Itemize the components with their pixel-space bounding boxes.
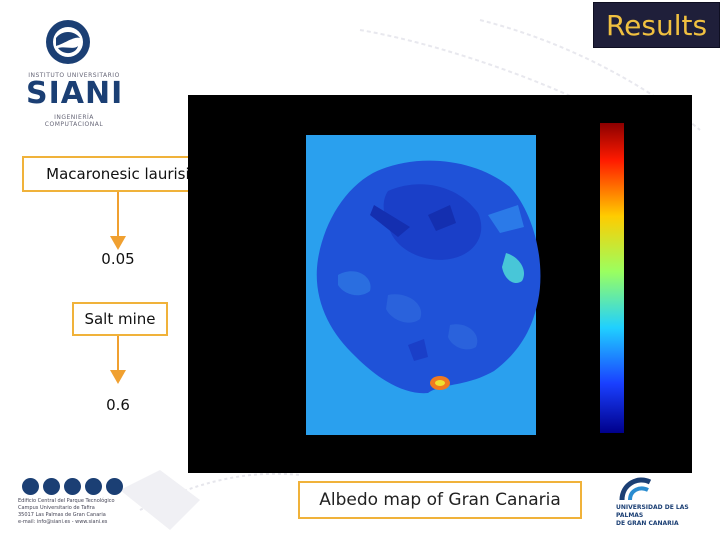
footer-address-line: Campus Universitario de Tafira <box>18 505 95 511</box>
arrow-down-icon <box>110 192 126 250</box>
label-laurisil: Macaronesic laurisil <box>46 165 194 183</box>
map-caption: Albedo map of Gran Canaria <box>298 481 582 519</box>
value-salt-mine: 0.6 <box>106 396 130 414</box>
footer-address: Edificio Central del Parque Tecnológico … <box>18 498 136 526</box>
footer-address-line: e-mail: info@siani.es - www.siani.es <box>18 519 108 525</box>
label-salt-mine: Salt mine <box>84 310 156 328</box>
ulpgc-name-line: UNIVERSIDAD DE LAS PALMAS <box>616 504 689 519</box>
value-laurisil: 0.05 <box>101 250 135 268</box>
map-caption-text: Albedo map of Gran Canaria <box>319 490 561 510</box>
footer-address-line: 35017 Las Palmas de Gran Canaria <box>18 512 106 518</box>
siani-globe-icon <box>46 20 90 64</box>
label-box-salt-mine: Salt mine <box>72 302 168 336</box>
footer-right-logo: UNIVERSIDAD DE LAS PALMAS DE GRAN CANARI… <box>612 474 720 527</box>
siani-logo: INSTITUTO UNIVERSITARIO SIANI INGENIERÍA… <box>24 16 124 128</box>
ulpgc-logo-icon <box>619 477 652 501</box>
siani-subline: INGENIERÍA COMPUTACIONAL <box>44 114 104 128</box>
ulpgc-name: UNIVERSIDAD DE LAS PALMAS DE GRAN CANARI… <box>616 504 716 528</box>
albedo-map-figure <box>306 123 624 435</box>
siani-name: SIANI <box>26 76 124 111</box>
ulpgc-name-line: DE GRAN CANARIA <box>616 520 679 527</box>
footer-left-logo: Edificio Central del Parque Tecnológico … <box>18 478 136 538</box>
footer-address-line: Edificio Central del Parque Tecnológico <box>18 498 115 504</box>
slide-title: Results <box>593 2 720 48</box>
arrow-down-icon <box>110 336 126 384</box>
dots-logo-icon <box>22 478 136 495</box>
albedo-map-image <box>188 95 692 473</box>
